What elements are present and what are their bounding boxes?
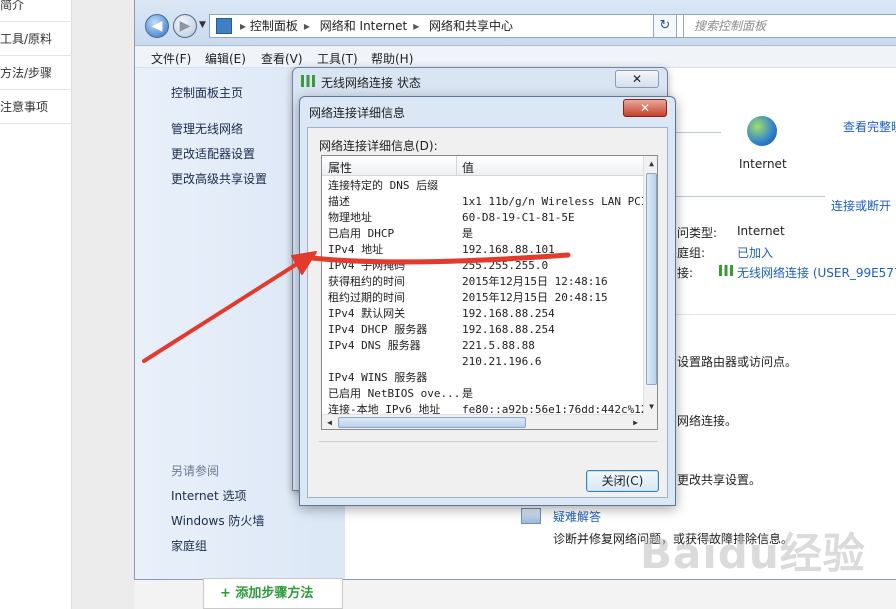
annotation-overlay bbox=[142, 251, 571, 363]
watermark: Baidu经验 bbox=[640, 529, 866, 578]
red-arrow-annotation bbox=[142, 251, 317, 363]
red-underline-annotation bbox=[309, 252, 571, 265]
